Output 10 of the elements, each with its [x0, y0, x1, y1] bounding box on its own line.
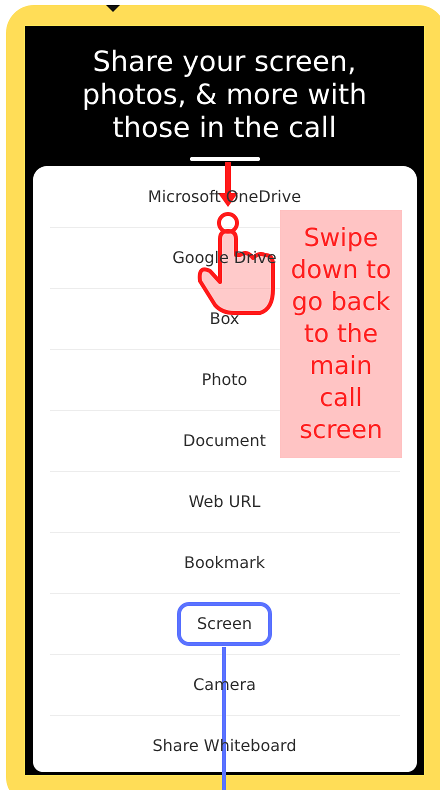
drag-handle[interactable]: [190, 157, 260, 161]
share-option[interactable]: Box: [210, 307, 240, 331]
share-option[interactable]: Document: [183, 429, 266, 453]
share-option[interactable]: Screen: [176, 602, 272, 646]
pointer-mark-icon: [106, 5, 120, 12]
sheet-title: Share your screen, photos, & more with those in the call: [81, 45, 368, 144]
share-option[interactable]: Photo: [202, 368, 248, 392]
share-option[interactable]: Bookmark: [184, 551, 266, 575]
callout-text: Swipe down to go back to the main call screen: [290, 222, 392, 446]
share-option[interactable]: Web URL: [188, 490, 260, 514]
